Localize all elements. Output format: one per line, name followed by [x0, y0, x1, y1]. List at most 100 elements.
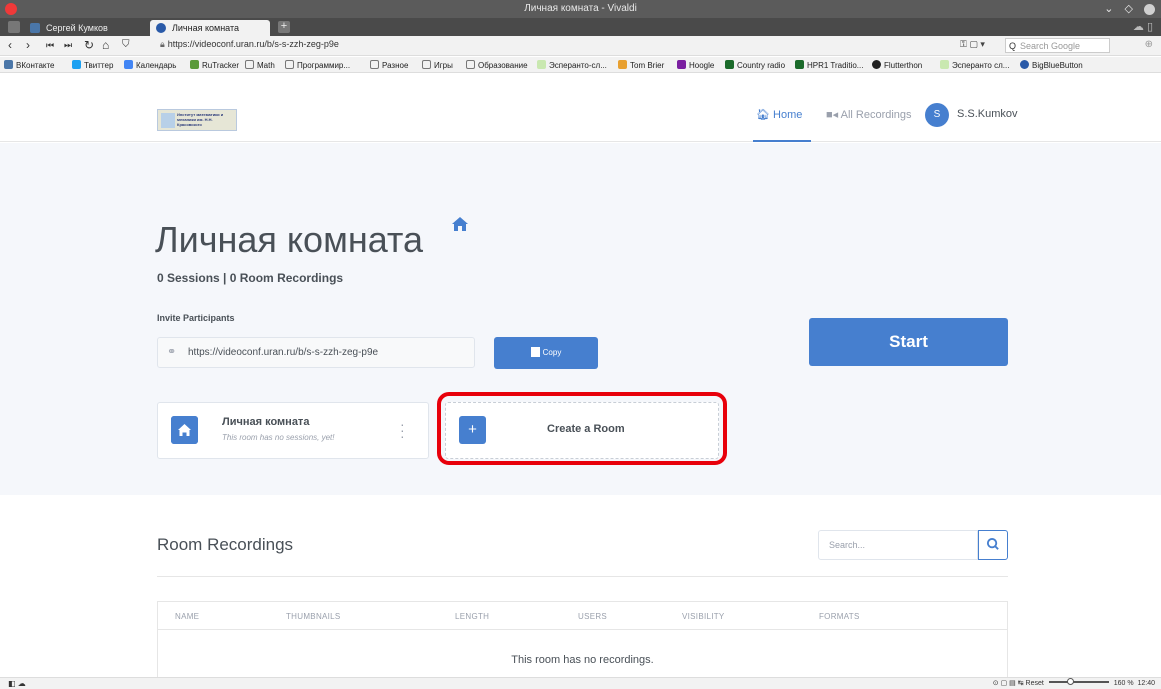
address-bar: ‹ › ⏮ ⏭ ↻ ⌂ ⛉ 🔒︎ https://videoconf.uran.r… [0, 36, 1161, 56]
bookmark-item[interactable]: Эсперанто сл... [940, 60, 1009, 70]
panel-icons[interactable]: ◧ ☁ [8, 679, 26, 688]
window-controls[interactable]: ⌄ ◇ [1104, 0, 1155, 18]
back-icon[interactable]: ‹ [8, 38, 12, 52]
highlight-annotation [437, 392, 727, 465]
nav-active-underline [753, 140, 811, 142]
panel-toggle-icon[interactable] [8, 21, 20, 33]
start-button[interactable]: Start [809, 318, 1008, 366]
zoom-level: 160 % [1113, 680, 1134, 687]
home-icon: 🏠︎ [756, 109, 770, 121]
bookmark-item[interactable]: ВКонтакте [4, 60, 55, 70]
bookmark-tools[interactable]: ⚿ ▢ ▾ [960, 39, 985, 50]
link-icon: ⚭ [167, 346, 177, 358]
nav-home-link[interactable]: 🏠︎ Home [756, 108, 802, 121]
search-google-input[interactable]: Q Search Google [1005, 38, 1110, 53]
invite-url-field[interactable]: ⚭ https://videoconf.uran.ru/b/s-s-zzh-ze… [157, 337, 475, 368]
url-field[interactable]: 🔒︎ https://videoconf.uran.ru/b/s-s-zzh-ze… [160, 39, 339, 50]
copy-icon [530, 347, 540, 357]
bookmark-item[interactable]: Образование [466, 60, 528, 70]
search-button[interactable] [978, 530, 1008, 560]
bookmark-item[interactable]: HPR1 Traditio... [795, 60, 863, 70]
tab-bar: Сергей Кумков Личная комната + ☁ ▯ [0, 18, 1161, 36]
bookmark-item[interactable]: RuTracker [190, 60, 239, 70]
bookmark-item[interactable]: Эсперанто-сл... [537, 60, 607, 70]
room-options-icon[interactable]: · · · [400, 417, 405, 443]
empty-recordings-message: This room has no recordings. [511, 654, 654, 666]
trash-icon[interactable]: ☁ ▯ [1133, 20, 1153, 33]
rewind-icon[interactable]: ⏮ [46, 40, 54, 51]
zoom-slider[interactable] [1048, 678, 1109, 685]
room-title: Личная комната [155, 219, 424, 260]
window-title: Личная комната - Vivaldi [524, 3, 637, 14]
search-placeholder: Search Google [1020, 41, 1081, 51]
copy-label: Copy [542, 348, 562, 357]
column-header[interactable]: VISIBILITY [682, 612, 725, 621]
tab-room[interactable]: Личная комната [150, 20, 270, 36]
zoom-reset[interactable]: Reset [1026, 680, 1044, 687]
bookmark-item[interactable]: Разное [370, 60, 408, 70]
invite-label: Invite Participants [157, 313, 235, 323]
recordings-table: NAME THUMBNAILS LENGTH USERS VISIBILITY … [157, 601, 1008, 677]
column-header[interactable]: USERS [578, 612, 607, 621]
room-card-name: Личная комната [222, 416, 310, 428]
bookmark-item[interactable]: Твиттер [72, 60, 113, 70]
bookmark-item[interactable]: Tom Brier [618, 60, 664, 70]
home-icon[interactable]: ⌂ [102, 38, 109, 52]
nav-recordings-label: All Recordings [840, 109, 912, 121]
tab-vk[interactable]: Сергей Кумков [24, 20, 144, 36]
bookmark-item[interactable]: Math [245, 60, 275, 70]
column-header[interactable]: THUMBNAILS [286, 612, 341, 621]
copy-button[interactable]: Copy [494, 337, 598, 369]
home-room-icon [452, 217, 468, 231]
room-card[interactable]: Личная комната This room has no sessions… [157, 402, 429, 459]
recordings-search-input[interactable]: Search... [818, 530, 978, 560]
bookmark-item[interactable]: Программир... [285, 60, 350, 70]
reload-icon[interactable]: ↻ [84, 38, 94, 52]
window-close-icon[interactable] [1144, 3, 1155, 15]
tab-label: Сергей Кумков [46, 23, 108, 33]
table-header: NAME THUMBNAILS LENGTH USERS VISIBILITY … [158, 602, 1007, 630]
bookmark-item[interactable]: Игры [422, 60, 453, 70]
bookmark-item[interactable]: BigBlueButton [1020, 60, 1083, 70]
column-header[interactable]: LENGTH [455, 612, 489, 621]
video-camera-icon: ■◂ [826, 109, 839, 121]
url-text: https://videoconf.uran.ru/b/s-s-zzh-zeg-… [167, 39, 339, 49]
lock-icon: 🔒︎ [160, 39, 165, 49]
forward-icon[interactable]: › [26, 38, 30, 52]
clock: 12:40 [1137, 680, 1155, 687]
vk-favicon-icon [30, 23, 40, 33]
bookmarks-bar: ВКонтакте Твиттер Календарь RuTracker Ma… [0, 57, 1161, 73]
bookmark-item[interactable]: Hoogle [677, 60, 714, 70]
new-tab-button[interactable]: + [278, 21, 290, 33]
divider [157, 576, 1008, 577]
nav-home-label: Home [773, 109, 803, 121]
recordings-title: Room Recordings [157, 535, 294, 554]
room-card-subtitle: This room has no sessions, yet! [222, 433, 335, 442]
shield-icon[interactable]: ⛉ [122, 39, 130, 50]
avatar[interactable]: S [925, 103, 949, 127]
fast-forward-icon[interactable]: ⏭ [64, 40, 72, 51]
site-navbar: Институт математики и механики им. Н.Н. … [0, 74, 1161, 142]
column-header[interactable]: NAME [175, 612, 199, 621]
capture-icon[interactable]: ⊙ ▢ ▤ ↹ [993, 680, 1024, 687]
zoom-slider-handle[interactable] [1066, 678, 1074, 685]
vivaldi-logo-icon[interactable] [5, 3, 17, 15]
institute-emblem-icon [161, 113, 175, 128]
bookmark-item[interactable]: Flutterthon [872, 60, 922, 70]
bookmark-item[interactable]: Country radio [725, 60, 785, 70]
extensions-icon[interactable]: ⊕ [1145, 39, 1153, 50]
logo-text: Институт математики и механики им. Н.Н. … [177, 112, 224, 127]
status-right: ⊙ ▢ ▤ ↹ Reset 160 % 12:40 [993, 678, 1155, 687]
site-logo[interactable]: Институт математики и механики им. Н.Н. … [157, 109, 237, 131]
web-page: Институт математики и механики им. Н.Н. … [0, 74, 1161, 677]
search-icon: Q [1009, 41, 1017, 51]
nav-all-recordings-link[interactable]: ■◂ All Recordings [826, 108, 912, 121]
username[interactable]: S.S.Kumkov [957, 108, 1018, 120]
column-header[interactable]: FORMATS [819, 612, 860, 621]
status-bar: ◧ ☁ ⊙ ▢ ▤ ↹ Reset 160 % 12:40 [0, 677, 1161, 689]
bookmark-item[interactable]: Календарь [124, 60, 176, 70]
window-titlebar: Личная комната - Vivaldi ⌄ ◇ [0, 0, 1161, 18]
tab-label: Личная комната [172, 23, 240, 33]
room-stats: 0 Sessions | 0 Room Recordings [157, 271, 344, 285]
invite-url-text: https://videoconf.uran.ru/b/s-s-zzh-zeg-… [188, 347, 379, 358]
